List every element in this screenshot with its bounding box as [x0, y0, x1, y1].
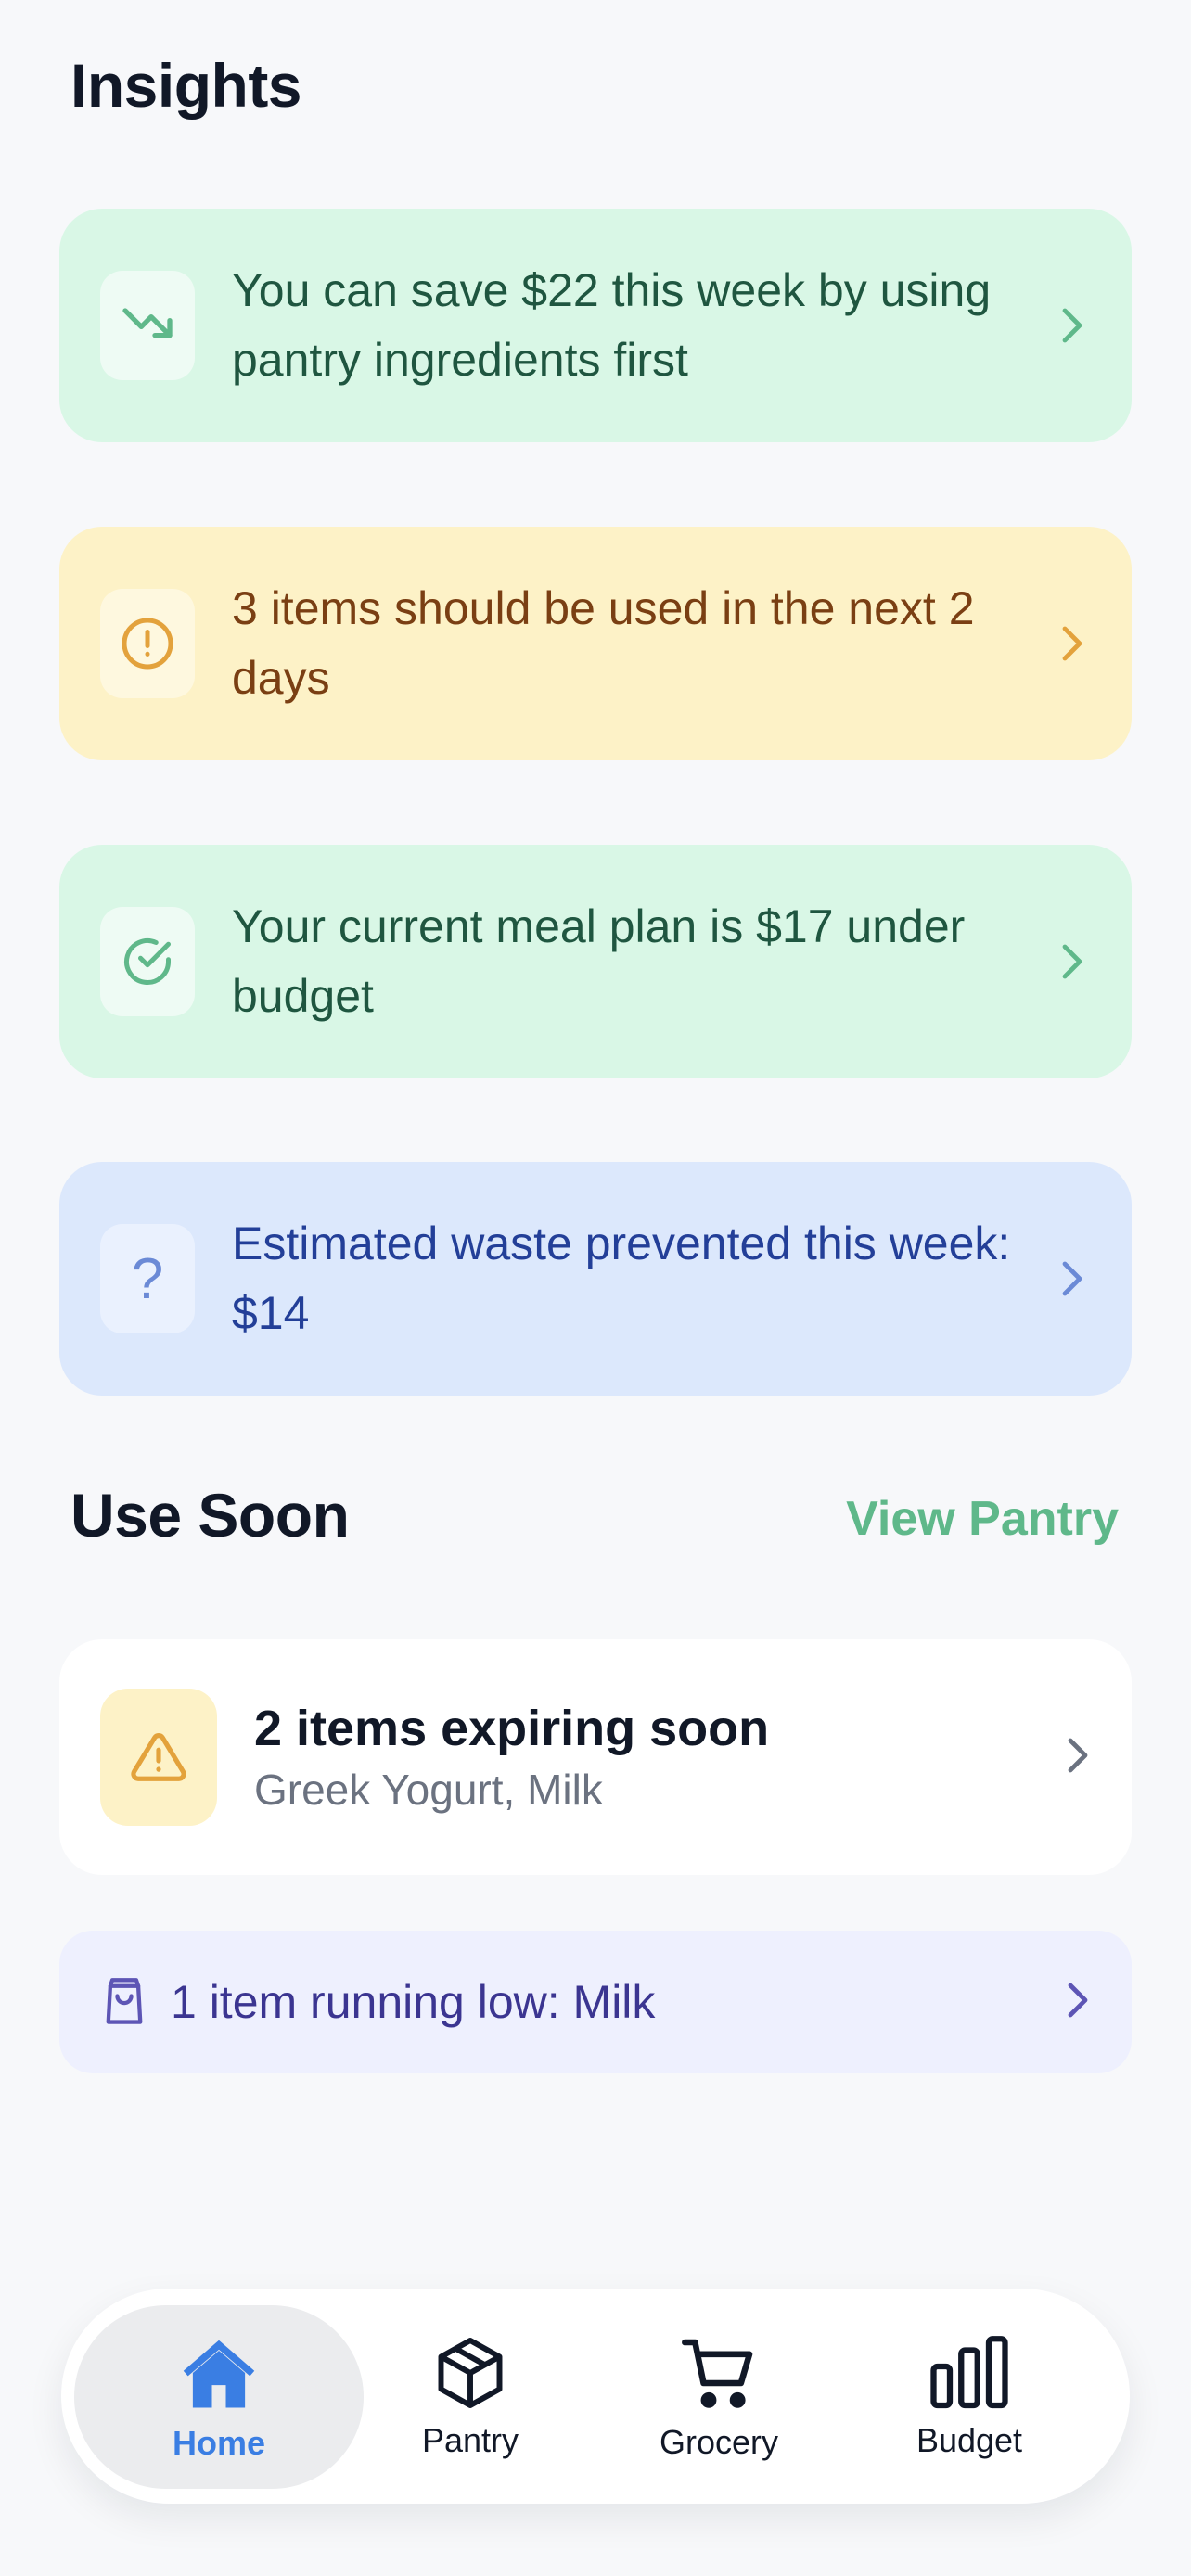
nav-label: Grocery	[659, 2423, 779, 2461]
chevron-right-icon	[1054, 941, 1091, 982]
trending-down-icon	[100, 271, 195, 380]
bar-chart-icon	[927, 2334, 1012, 2412]
chevron-right-icon	[1054, 305, 1091, 346]
chevron-right-icon	[1054, 1258, 1091, 1299]
expiring-items: Greek Yogurt, Milk	[254, 1766, 603, 1814]
chevron-right-icon	[1054, 623, 1091, 664]
running-low-card[interactable]: 1 item running low: Milk	[59, 1931, 1132, 2073]
nav-tab-grocery[interactable]: Grocery	[620, 2305, 818, 2489]
chevron-right-icon	[1065, 1980, 1091, 2025]
expiring-title: 2 items expiring soon	[254, 1701, 770, 1756]
insight-card-savings[interactable]: You can save $22 this week by using pant…	[59, 209, 1132, 442]
insight-card-waste[interactable]: ? Estimated waste prevented this week: $…	[59, 1162, 1132, 1396]
nav-label: Home	[172, 2424, 266, 2462]
insight-text: 3 items should be used in the next 2 day…	[232, 582, 975, 704]
insight-text: You can save $22 this week by using pant…	[232, 264, 992, 386]
alert-circle-icon	[100, 589, 195, 698]
chevron-right-icon	[1065, 1735, 1091, 1780]
warning-triangle-icon	[100, 1689, 217, 1826]
insights-title: Insights	[70, 51, 302, 120]
cart-icon	[678, 2332, 760, 2414]
box-icon	[431, 2334, 509, 2412]
question-icon: ?	[100, 1224, 195, 1333]
use-soon-title: Use Soon	[70, 1481, 350, 1549]
nav-tab-pantry[interactable]: Pantry	[371, 2305, 570, 2489]
running-low-text: 1 item running low: Milk	[171, 1976, 656, 2028]
insight-text: Your current meal plan is $17 under budg…	[232, 900, 966, 1022]
nav-tab-budget[interactable]: Budget	[870, 2305, 1069, 2489]
insight-text: Estimated waste prevented this week: $14	[232, 1218, 1011, 1339]
insight-card-budget[interactable]: Your current meal plan is $17 under budg…	[59, 845, 1132, 1078]
check-circle-icon	[100, 907, 195, 1016]
nav-label: Pantry	[421, 2421, 519, 2459]
view-pantry-link[interactable]: View Pantry	[846, 1491, 1119, 1547]
shopping-bag-icon	[100, 1976, 148, 2028]
nav-label: Budget	[916, 2421, 1023, 2459]
home-icon	[177, 2331, 261, 2415]
expiring-soon-card[interactable]: 2 items expiring soon Greek Yogurt, Milk	[59, 1639, 1132, 1875]
insight-card-expiring[interactable]: 3 items should be used in the next 2 day…	[59, 527, 1132, 760]
nav-tab-home[interactable]: Home	[74, 2305, 364, 2489]
